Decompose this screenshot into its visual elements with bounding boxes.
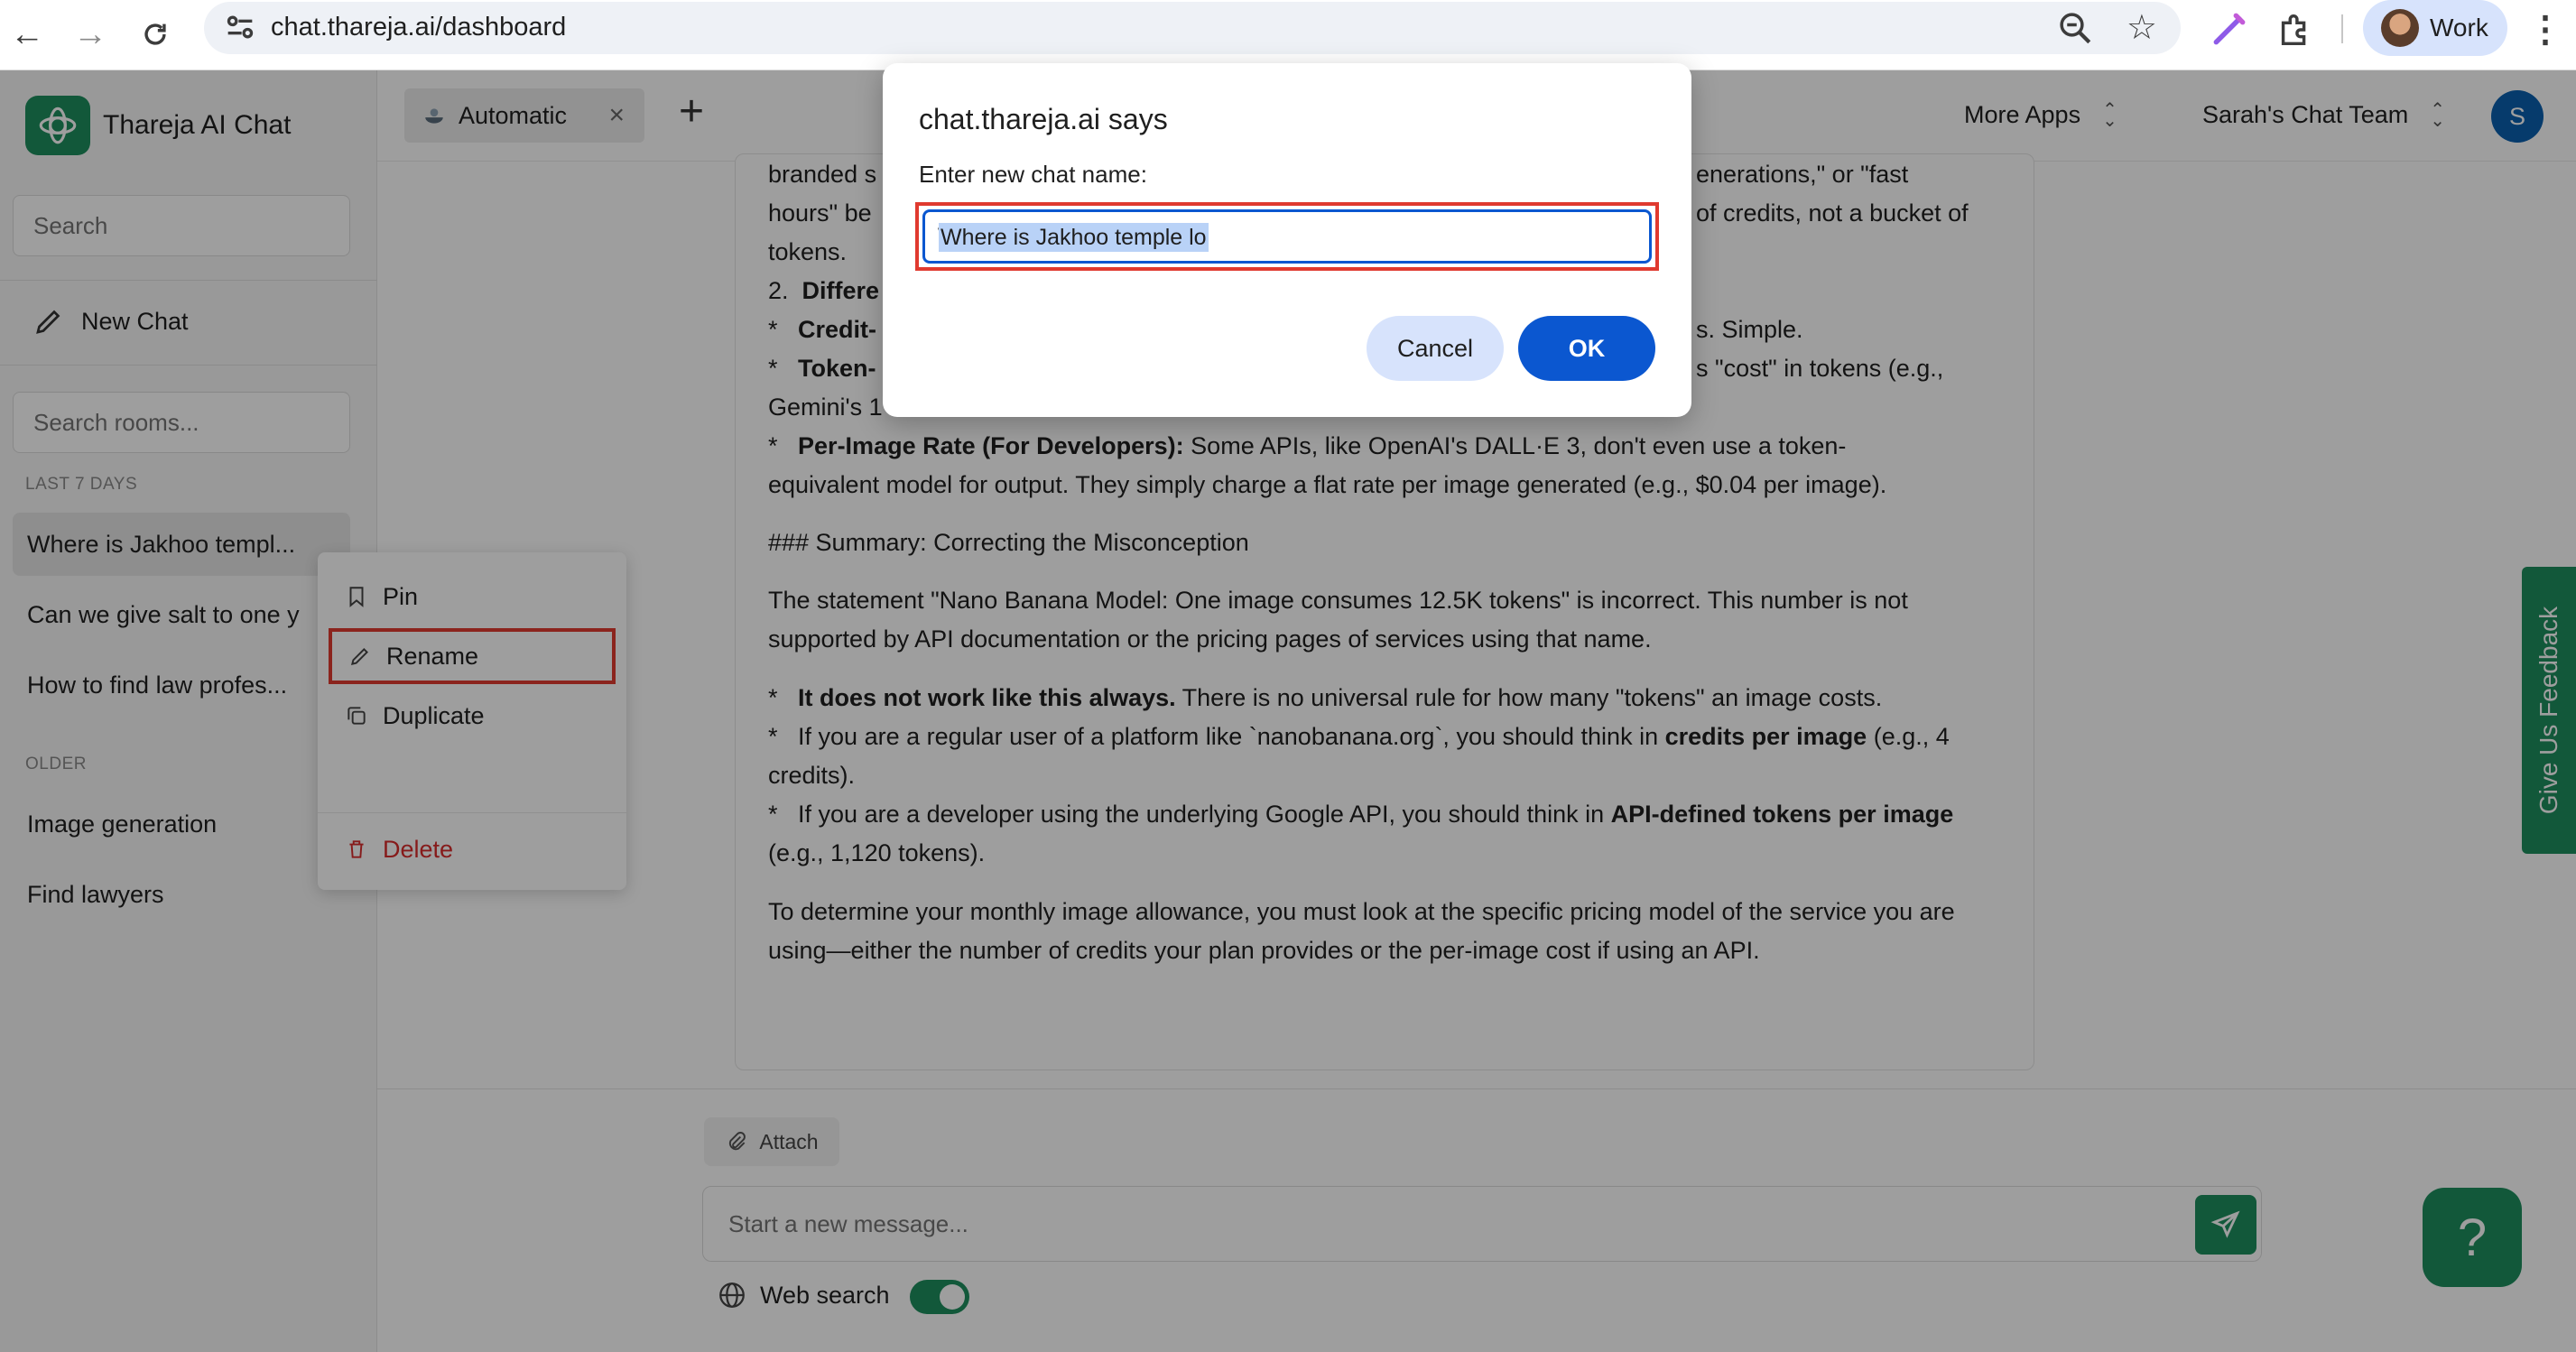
- toolbar-separator: [2341, 14, 2343, 43]
- browser-toolbar: ← → chat.thareja.ai/dashboard ☆ Work ⋮: [0, 0, 2576, 70]
- profile-label: Work: [2430, 14, 2488, 42]
- url-text[interactable]: chat.thareja.ai/dashboard: [271, 13, 566, 42]
- selected-text: Where is Jakhoo temple lo: [939, 223, 1209, 252]
- ok-button[interactable]: OK: [1518, 316, 1655, 381]
- dialog-title: chat.thareja.ai says: [919, 103, 1168, 135]
- pen-extension-icon[interactable]: [2210, 9, 2249, 49]
- zoom-icon[interactable]: [2056, 9, 2094, 47]
- back-icon[interactable]: ←: [0, 7, 54, 61]
- reload-icon[interactable]: [128, 7, 182, 61]
- profile-chip[interactable]: Work: [2363, 0, 2507, 56]
- address-bar[interactable]: chat.thareja.ai/dashboard ☆: [204, 2, 2181, 54]
- bookmark-star-icon[interactable]: ☆: [2127, 7, 2157, 48]
- profile-avatar: [2381, 9, 2419, 47]
- rename-prompt-dialog: chat.thareja.ai says Enter new chat name…: [883, 63, 1691, 417]
- extensions-puzzle-icon[interactable]: [2275, 9, 2316, 51]
- forward-icon[interactable]: →: [63, 7, 117, 61]
- site-settings-icon[interactable]: [222, 9, 258, 45]
- browser-menu-icon[interactable]: ⋮: [2527, 9, 2563, 51]
- cancel-button[interactable]: Cancel: [1367, 316, 1504, 381]
- input-highlight-frame: Where is Jakhoo temple lo: [915, 202, 1659, 271]
- dialog-message: Enter new chat name:: [919, 161, 1147, 188]
